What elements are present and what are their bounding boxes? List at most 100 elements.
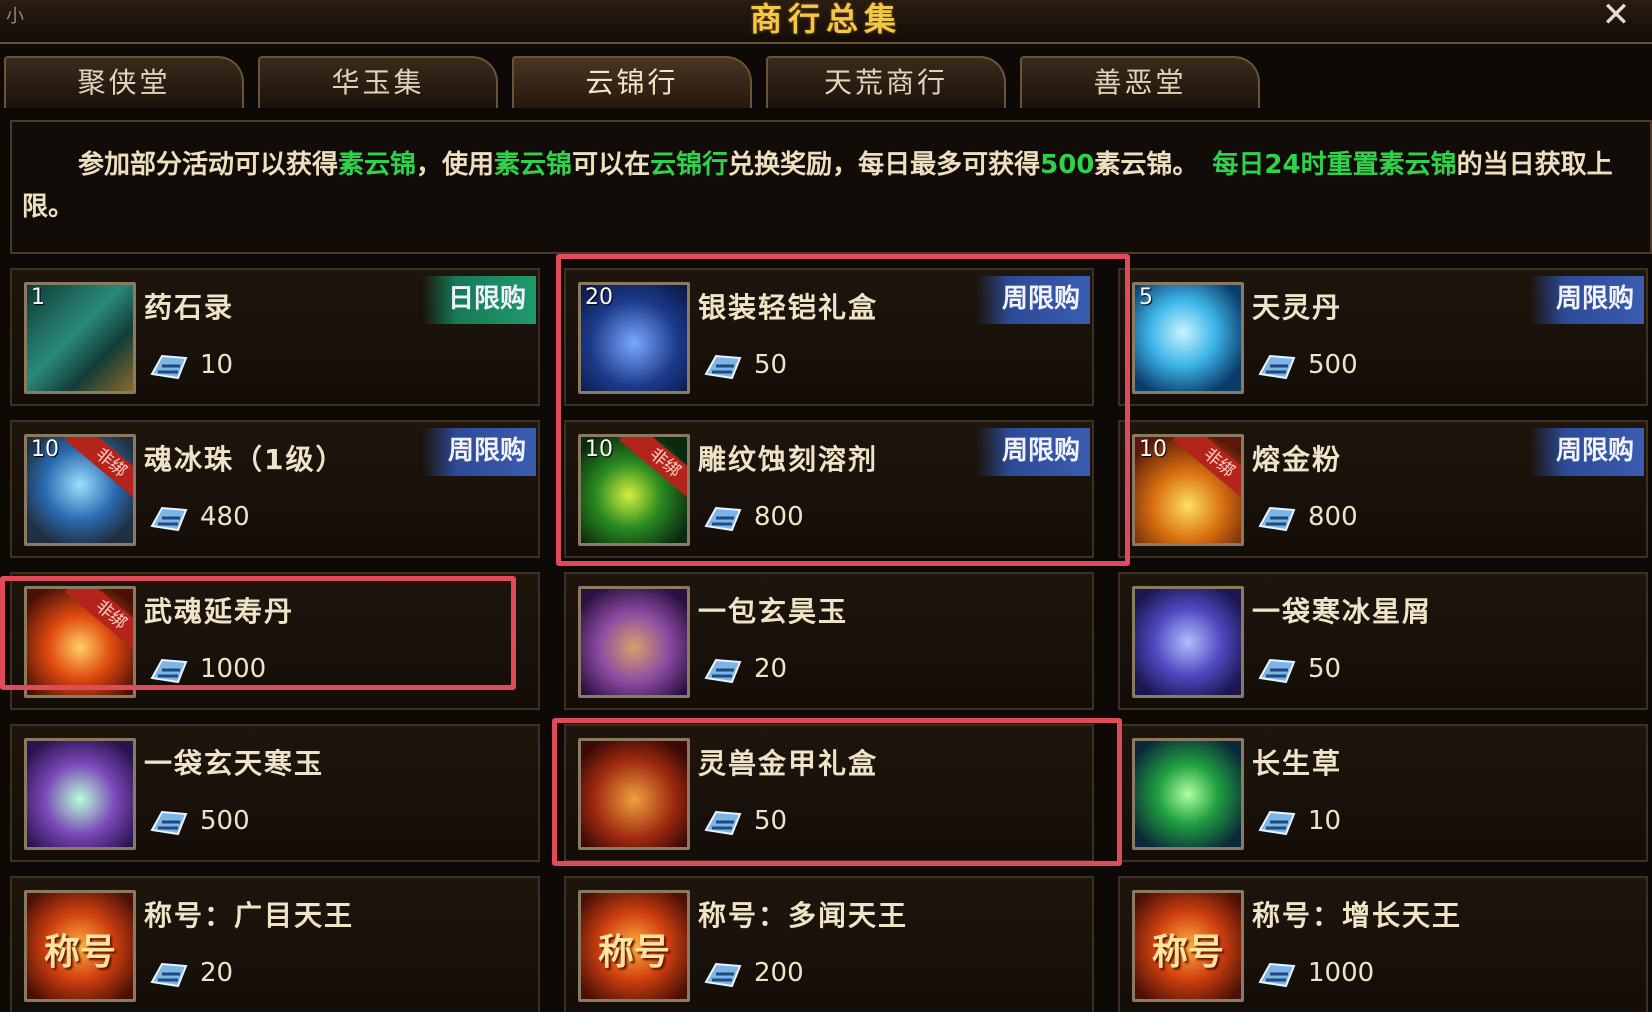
shop-item-card[interactable]: 1 药石录 10 日限购: [10, 268, 540, 406]
stack-count: 10: [31, 437, 59, 462]
title-bar: 小 商行总集 ✕: [0, 0, 1652, 44]
gold-powder-icon[interactable]: 10 非绑: [1132, 434, 1244, 546]
desc-highlight: 素云锦: [338, 150, 417, 180]
tab-bar: 聚侠堂 华玉集 云锦行 天荒商行 善恶堂: [0, 56, 1652, 110]
item-price: 200: [754, 958, 804, 988]
tab-shanetang[interactable]: 善恶堂: [1020, 56, 1260, 108]
stack-count: 5: [1139, 285, 1153, 310]
item-price: 480: [200, 502, 250, 532]
item-price: 10: [200, 350, 234, 380]
tab-huayuji[interactable]: 华玉集: [258, 56, 498, 108]
desc-text: 可以在: [572, 150, 651, 180]
purchase-limit-badge: 周限购: [421, 428, 536, 476]
shop-item-card[interactable]: 称号 称号：多闻天王 200: [564, 876, 1094, 1012]
shop-item-card[interactable]: 一袋寒冰星屑 50: [1118, 572, 1648, 710]
fire-pill-icon[interactable]: 非绑: [24, 586, 136, 698]
item-price: 500: [200, 806, 250, 836]
cloud-brocade-icon: [148, 656, 190, 686]
cloud-brocade-icon: [148, 352, 190, 382]
item-price: 500: [1308, 350, 1358, 380]
stack-count: 10: [1139, 437, 1167, 462]
item-name: 灵兽金甲礼盒: [698, 747, 879, 780]
icon-caption: 称号: [43, 932, 116, 973]
shop-item-card[interactable]: 一袋玄天寒玉 500: [10, 724, 540, 862]
item-price: 1000: [1308, 958, 1375, 988]
item-price: 1000: [200, 654, 267, 684]
unbound-ribbon: 非绑: [618, 437, 687, 505]
desc-text: ，使用: [416, 150, 495, 180]
cloud-brocade-icon: [702, 808, 744, 838]
purchase-limit-badge: 周限购: [975, 276, 1090, 324]
item-name: 一袋寒冰星屑: [1252, 595, 1433, 628]
cloud-brocade-icon: [702, 352, 744, 382]
star-dust-bag-icon[interactable]: [1132, 586, 1244, 698]
ice-pearl-icon[interactable]: 10 非绑: [24, 434, 136, 546]
item-name: 熔金粉: [1252, 443, 1343, 476]
green-solvent-icon[interactable]: 10 非绑: [578, 434, 690, 546]
shop-item-card[interactable]: 10 非绑 魂冰珠（1级） 480 周限购: [10, 420, 540, 558]
shop-item-card[interactable]: 20 银装轻铠礼盒 50 周限购: [564, 268, 1094, 406]
title-scroll-icon[interactable]: 称号: [578, 890, 690, 1002]
item-name: 长生草: [1252, 747, 1343, 780]
cloud-brocade-icon: [1256, 504, 1298, 534]
stack-count: 20: [585, 285, 613, 310]
item-price: 800: [1308, 502, 1358, 532]
item-price: 20: [200, 958, 234, 988]
desc-text: 素云锦。: [1094, 150, 1199, 180]
shop-item-card[interactable]: 长生草 10: [1118, 724, 1648, 862]
spirit-orb-icon[interactable]: 5: [1132, 282, 1244, 394]
item-name: 雕纹蚀刻溶剂: [698, 443, 879, 476]
desc-text: 参加部分活动可以获得: [78, 150, 339, 180]
shop-item-card[interactable]: 10 非绑 熔金粉 800 周限购: [1118, 420, 1648, 558]
desc-text: 兑换奖励，每日最多可获得: [728, 150, 1041, 180]
cloud-brocade-icon: [702, 960, 744, 990]
window-title: 商行总集: [749, 0, 902, 38]
icon-caption: 称号: [597, 932, 670, 973]
tab-tianhuang-shanghang[interactable]: 天荒商行: [766, 56, 1006, 108]
title-scroll-icon[interactable]: 称号: [1132, 890, 1244, 1002]
shop-item-card[interactable]: 称号 称号：广目天王 20: [10, 876, 540, 1012]
cloud-brocade-icon: [702, 504, 744, 534]
tab-juxiatang[interactable]: 聚侠堂: [4, 56, 244, 108]
silver-chest-icon[interactable]: 20: [578, 282, 690, 394]
item-price: 800: [754, 502, 804, 532]
desc-highlight: 每日24时重置素云锦: [1212, 150, 1457, 180]
purchase-limit-badge: 日限购: [421, 276, 536, 324]
item-name: 魂冰珠（1级）: [144, 443, 346, 476]
item-price: 50: [1308, 654, 1342, 684]
unbound-ribbon: 非绑: [64, 437, 133, 505]
desc-highlight: 素云锦: [494, 150, 573, 180]
close-button[interactable]: ✕: [1598, 0, 1634, 36]
item-price: 10: [1308, 806, 1342, 836]
item-name: 称号：广目天王: [144, 899, 355, 932]
title-scroll-icon[interactable]: 称号: [24, 890, 136, 1002]
desc-highlight: 云锦行: [650, 150, 729, 180]
cloud-brocade-icon: [148, 504, 190, 534]
stack-count: 1: [31, 285, 45, 310]
shop-item-card[interactable]: 一包玄昊玉 20: [564, 572, 1094, 710]
item-name: 一包玄昊玉: [698, 595, 849, 628]
item-price: 50: [754, 350, 788, 380]
unbound-ribbon: 非绑: [64, 589, 133, 657]
cloud-brocade-icon: [1256, 352, 1298, 382]
item-name: 天灵丹: [1252, 291, 1343, 324]
cloud-brocade-icon: [702, 656, 744, 686]
scroll-icon[interactable]: 1: [24, 282, 136, 394]
shop-item-card[interactable]: 10 非绑 雕纹蚀刻溶剂 800 周限购: [564, 420, 1094, 558]
item-price: 20: [754, 654, 788, 684]
unbound-ribbon: 非绑: [1172, 437, 1241, 505]
item-price: 50: [754, 806, 788, 836]
cold-jade-bag-icon[interactable]: [24, 738, 136, 850]
shop-item-card[interactable]: 非绑 武魂延寿丹 1000: [10, 572, 540, 710]
cloud-brocade-icon: [148, 960, 190, 990]
tab-yunjinhang[interactable]: 云锦行: [512, 56, 752, 108]
shop-item-card[interactable]: 称号 称号：增长天王 1000: [1118, 876, 1648, 1012]
herb-icon[interactable]: [1132, 738, 1244, 850]
red-chest-icon[interactable]: [578, 738, 690, 850]
stack-count: 10: [585, 437, 613, 462]
jade-pouch-icon[interactable]: [578, 586, 690, 698]
purchase-limit-badge: 周限购: [975, 428, 1090, 476]
item-name: 一袋玄天寒玉: [144, 747, 325, 780]
shop-item-card[interactable]: 5 天灵丹 500 周限购: [1118, 268, 1648, 406]
shop-item-card[interactable]: 灵兽金甲礼盒 50: [564, 724, 1094, 862]
